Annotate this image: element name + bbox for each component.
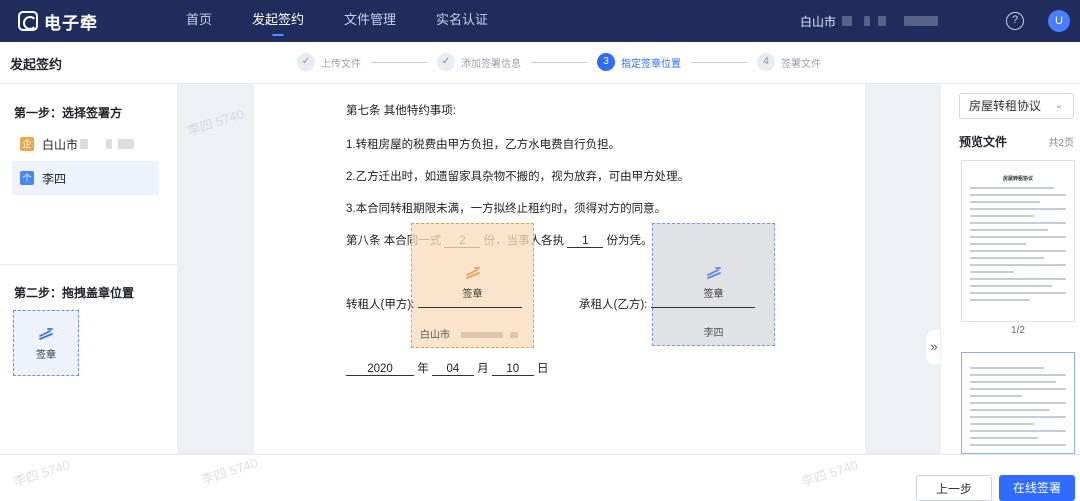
- step-upload-file: ✓ 上传文件: [297, 53, 361, 71]
- clause-7-item-3: 3.本合同转租期限未满，一方拟终止租约时，须得对方的同意。: [346, 203, 667, 215]
- page-thumbnail-1[interactable]: 房屋转租协议: [961, 160, 1075, 322]
- document-select[interactable]: 房屋转租协议 ⌄: [959, 93, 1074, 119]
- previous-step-button[interactable]: 上一步: [916, 475, 992, 501]
- nav-item-file-management[interactable]: 文件管理: [324, 0, 416, 42]
- document-canvas: 李四 5740 李四 5740 李四 5740 李四 5740 李四 5740 …: [178, 84, 940, 454]
- seal-owner: 李四: [703, 328, 724, 339]
- signer-name: 白山市: [42, 137, 79, 152]
- step2-title: 第二步：拖拽盖章位置: [14, 286, 135, 300]
- party-b-signature: 承租人(乙方):: [579, 296, 756, 312]
- seal-label: 签章: [36, 350, 56, 361]
- seal-zone-party-b[interactable]: 签章 李四: [652, 223, 775, 346]
- seal-zone-party-a[interactable]: 签章 白山市: [411, 223, 534, 348]
- copies-each: 1: [567, 235, 604, 248]
- org-name[interactable]: 白山市: [800, 13, 836, 30]
- right-panel: 房屋转租协议 ⌄ 预览文件 共2页 房屋转租协议 1/2: [940, 84, 1080, 454]
- seal-stamp-icon: [465, 267, 480, 279]
- step-sign-file: 4 签署文件: [757, 53, 821, 71]
- redacted-text: [80, 139, 89, 149]
- clause-8-part-c: 份为凭。: [606, 235, 653, 247]
- page-count: 共2页: [1048, 138, 1074, 149]
- check-icon: ✓: [297, 53, 315, 71]
- nav-item-home[interactable]: 首页: [166, 0, 232, 42]
- redacted-text: [878, 16, 886, 26]
- year: 2020: [346, 363, 414, 376]
- seal-owner: 白山市: [420, 326, 518, 341]
- company-icon: 企: [20, 137, 34, 151]
- redacted-text: [842, 16, 852, 26]
- online-sign-button[interactable]: 在线签署: [999, 475, 1075, 501]
- clause-7-item-1: 1.转租房屋的税费由甲方负担，乙方水电费自行负担。: [346, 139, 621, 151]
- chevron-down-icon: ⌄: [1054, 100, 1063, 111]
- step-label: 添加签署信息: [461, 58, 521, 70]
- logo-icon: [18, 11, 38, 31]
- nav-right-area: 白山市 ? U: [800, 0, 1070, 42]
- signer-name: 李四: [42, 171, 67, 186]
- app-logo[interactable]: 电子牵: [18, 9, 138, 34]
- step-divider: [691, 61, 747, 63]
- main-nav: 首页 发起签约 文件管理 实名认证: [166, 0, 508, 42]
- document-page: 第七条 其他特约事项: 1.转租房屋的税费由甲方负担，乙方水电费自行负担。 2.…: [254, 84, 865, 454]
- page-header: 发起签约 ✓ 上传文件 ✓ 添加签署信息 3 指定签章位置 4 签署文件: [0, 42, 1080, 84]
- help-icon[interactable]: ?: [1006, 12, 1024, 30]
- step-specify-seal-position: 3 指定签章位置: [597, 53, 681, 71]
- document-select-value: 房屋转租协议: [969, 99, 1042, 113]
- check-icon: ✓: [437, 53, 455, 71]
- seal-stamp-icon: [706, 267, 721, 279]
- redacted-text: [904, 16, 938, 26]
- step-divider: [371, 61, 427, 63]
- watermark: 李四 5740: [199, 455, 260, 488]
- step-number: 3: [597, 53, 615, 71]
- step-number: 4: [757, 53, 775, 71]
- app-name: 电子牵: [44, 13, 98, 33]
- redacted-text: [864, 16, 870, 26]
- progress-steps: ✓ 上传文件 ✓ 添加签署信息 3 指定签章位置 4 签署文件: [297, 53, 821, 71]
- clause-7-title: 第七条 其他特约事项:: [346, 105, 456, 117]
- footer-bar: 李四 5740 李四 5740 李四 5740 上一步 在线签署: [0, 454, 1080, 501]
- draggable-seal[interactable]: 签章: [13, 310, 79, 376]
- clause-7-item-2: 2.乙方迁出时，如遗留家具杂物不搬的，视为放弃，可由甲方处理。: [346, 171, 690, 183]
- nav-item-real-name-auth[interactable]: 实名认证: [416, 0, 508, 42]
- page-thumbnail-2[interactable]: [961, 352, 1075, 454]
- date-line: 2020 年 04 月 10 日: [346, 360, 549, 376]
- watermark: 李四 5740: [11, 457, 72, 490]
- step-add-signer-info: ✓ 添加签署信息: [437, 53, 521, 71]
- section-divider: [0, 264, 178, 265]
- top-nav-bar: 电子牵 首页 发起签约 文件管理 实名认证 白山市 ? U: [0, 0, 1080, 42]
- step-label: 指定签章位置: [621, 58, 681, 70]
- signer-item-company[interactable]: 企 白山市: [12, 127, 159, 161]
- thumbnail-page-number: 1/2: [1011, 325, 1025, 336]
- signer-item-person[interactable]: 个 李四: [12, 161, 159, 195]
- redacted-text: [460, 332, 503, 338]
- nav-item-initiate-signing[interactable]: 发起签约: [232, 0, 324, 42]
- month: 04: [431, 363, 474, 376]
- page-title: 发起签约: [10, 57, 63, 72]
- step-label: 上传文件: [321, 58, 361, 70]
- redacted-text: [509, 332, 518, 338]
- step-label: 签署文件: [781, 58, 821, 70]
- step1-title: 第一步：选择签署方: [14, 106, 123, 120]
- watermark: 李四 5740: [185, 106, 246, 139]
- seal-stamp-icon: [39, 328, 53, 340]
- redacted-text: [106, 139, 113, 149]
- person-icon: 个: [20, 171, 34, 185]
- step-divider: [531, 61, 587, 63]
- redacted-text: [118, 139, 135, 149]
- left-panel: 第一步：选择签署方 企 白山市 个 李四 第二步：拖拽盖章位置 签章: [0, 84, 178, 454]
- preview-title: 预览文件: [959, 135, 1008, 149]
- party-a-signature: 转租人(甲方):: [346, 296, 523, 312]
- day: 10: [491, 363, 534, 376]
- watermark: 李四 5740: [799, 457, 860, 490]
- avatar[interactable]: U: [1048, 10, 1070, 32]
- thumbnail-title: 房屋转租协议: [1002, 176, 1033, 182]
